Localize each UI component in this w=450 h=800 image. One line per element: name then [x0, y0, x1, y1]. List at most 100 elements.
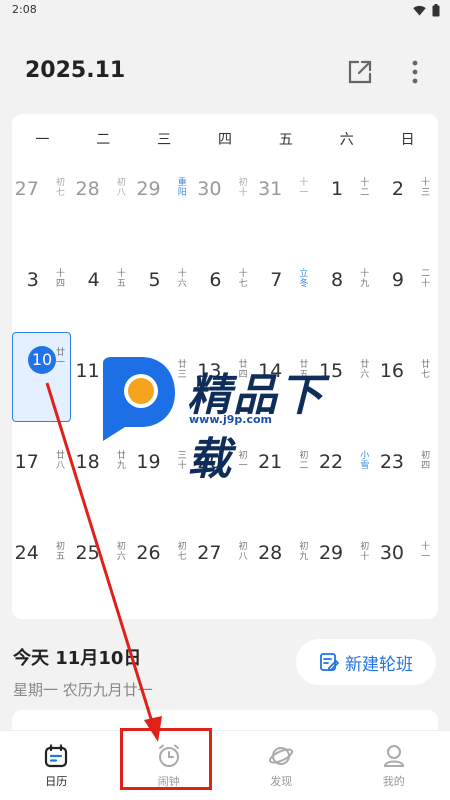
month-title[interactable]: 2025.11 [25, 58, 125, 83]
lunar-date: 十九 [360, 269, 370, 289]
calendar-day[interactable]: 9 二十 [377, 241, 438, 332]
calendar-day[interactable]: 3 十四 [12, 241, 73, 332]
more-vertical-icon [412, 60, 418, 84]
new-shift-button[interactable]: 新建轮班 [296, 639, 436, 685]
lunar-date: 初八 [116, 178, 126, 198]
lunar-date: 廿七 [421, 360, 431, 380]
day-number: 28 [75, 178, 100, 200]
battery-icon [432, 4, 440, 17]
calendar-day[interactable]: 29 初十 [316, 514, 377, 605]
calendar-day[interactable]: 28 初九 [255, 514, 316, 605]
day-number: 19 [136, 451, 161, 473]
calendar-day[interactable]: 25 初六 [73, 514, 134, 605]
day-number: 27 [197, 542, 222, 564]
lunar-date: 十一 [299, 178, 309, 198]
lunar-date: 十七 [238, 269, 248, 289]
lunar-date: 初九 [299, 542, 309, 562]
festival-label: 重阳 [177, 178, 187, 198]
calendar-header: 2025.11 [0, 50, 450, 94]
day-number: 27 [14, 178, 39, 200]
lunar-date: 初五 [56, 542, 66, 562]
status-time: 2:08 [12, 3, 37, 16]
calendar-day[interactable]: 1 十二 [316, 150, 377, 241]
lunar-date: 初六 [116, 542, 126, 562]
day-number: 5 [148, 269, 161, 291]
weekday-label: 五 [278, 132, 293, 148]
new-shift-label: 新建轮班 [345, 654, 413, 675]
day-number: 10 [28, 346, 56, 374]
weekday-label: 日 [400, 132, 415, 148]
watermark: 精品下载 www.j9p.com [97, 357, 357, 485]
tab-label: 日历 [45, 775, 68, 788]
lunar-date: 廿六 [360, 360, 370, 380]
weekday-header: 一 二 三 四 五 六 日 [12, 129, 438, 149]
festival-label: 小雪 [360, 451, 370, 471]
calendar-day[interactable]: 17 廿八 [12, 423, 73, 514]
calendar-day[interactable]: 28 初八 [73, 150, 134, 241]
calendar-day[interactable]: 26 初七 [134, 514, 195, 605]
calendar-day[interactable]: 23 初四 [377, 423, 438, 514]
calendar-day[interactable]: 4 十五 [73, 241, 134, 332]
day-number: 26 [136, 542, 161, 564]
lunar-date: 十一 [421, 542, 431, 562]
day-number: 4 [87, 269, 100, 291]
lunar-date: 廿一 [56, 348, 66, 368]
day-number: 3 [26, 269, 39, 291]
day-number: 9 [391, 269, 404, 291]
wifi-icon [413, 5, 426, 16]
watermark-logo-icon [103, 357, 175, 441]
lunar-date: 初十 [360, 542, 370, 562]
tab-label: 发现 [270, 775, 293, 788]
lunar-date: 十五 [116, 269, 126, 289]
day-number: 23 [379, 451, 404, 473]
today-lunar-date: 星期一 农历九月廿一 [13, 681, 153, 699]
lunar-date: 十四 [56, 269, 66, 289]
calendar-day[interactable]: 16 廿七 [377, 332, 438, 423]
more-button[interactable] [400, 56, 430, 88]
tab-discover[interactable]: 发现 [225, 731, 338, 800]
watermark-url: www.j9p.com [189, 413, 272, 426]
weekday-label: 三 [157, 132, 172, 148]
status-bar: 2:08 [0, 0, 450, 22]
calendar-day[interactable]: 27 初八 [195, 514, 256, 605]
calendar-day[interactable]: 7 立冬 [255, 241, 316, 332]
lunar-date: 十六 [177, 269, 187, 289]
calendar-day[interactable]: 31 十一 [255, 150, 316, 241]
today-title: 今天 11月10日 [13, 648, 142, 669]
day-number: 30 [379, 542, 404, 564]
calendar-day[interactable]: 8 十九 [316, 241, 377, 332]
calendar-day[interactable]: 5 十六 [134, 241, 195, 332]
calendar-day-today[interactable]: 10 廿一 [12, 332, 73, 423]
calendar-day[interactable]: 27 初七 [12, 150, 73, 241]
lunar-date: 初八 [238, 542, 248, 562]
weekday-label: 二 [96, 132, 111, 148]
day-number: 29 [318, 542, 344, 564]
lunar-date: 廿八 [56, 451, 66, 471]
weekday-label: 四 [217, 132, 232, 148]
day-number: 7 [270, 269, 283, 291]
user-icon [383, 745, 404, 767]
status-icons [413, 4, 440, 17]
day-number: 25 [75, 542, 100, 564]
share-icon [348, 60, 372, 84]
day-number: 16 [379, 360, 404, 382]
calendar-day[interactable]: 2 十三 [377, 150, 438, 241]
lunar-date: 初七 [177, 542, 187, 562]
day-number: 2 [391, 178, 404, 200]
share-button[interactable] [344, 56, 376, 88]
tab-calendar[interactable]: 日历 [0, 731, 113, 800]
day-number: 31 [258, 178, 283, 200]
day-number: 24 [14, 542, 39, 564]
day-number: 18 [75, 451, 100, 473]
planet-icon [269, 747, 294, 765]
calendar-day[interactable]: 30 初十 [195, 150, 256, 241]
calendar-day[interactable]: 6 十七 [195, 241, 256, 332]
lunar-date: 初七 [56, 178, 66, 198]
tab-mine[interactable]: 我的 [338, 731, 450, 800]
calendar-day[interactable]: 24 初五 [12, 514, 73, 605]
lunar-date: 二十 [421, 269, 431, 289]
calendar-day[interactable]: 29 重阳 [134, 150, 195, 241]
lunar-date: 初十 [238, 178, 248, 198]
calendar-day[interactable]: 30 十一 [377, 514, 438, 605]
day-number: 8 [331, 269, 344, 291]
